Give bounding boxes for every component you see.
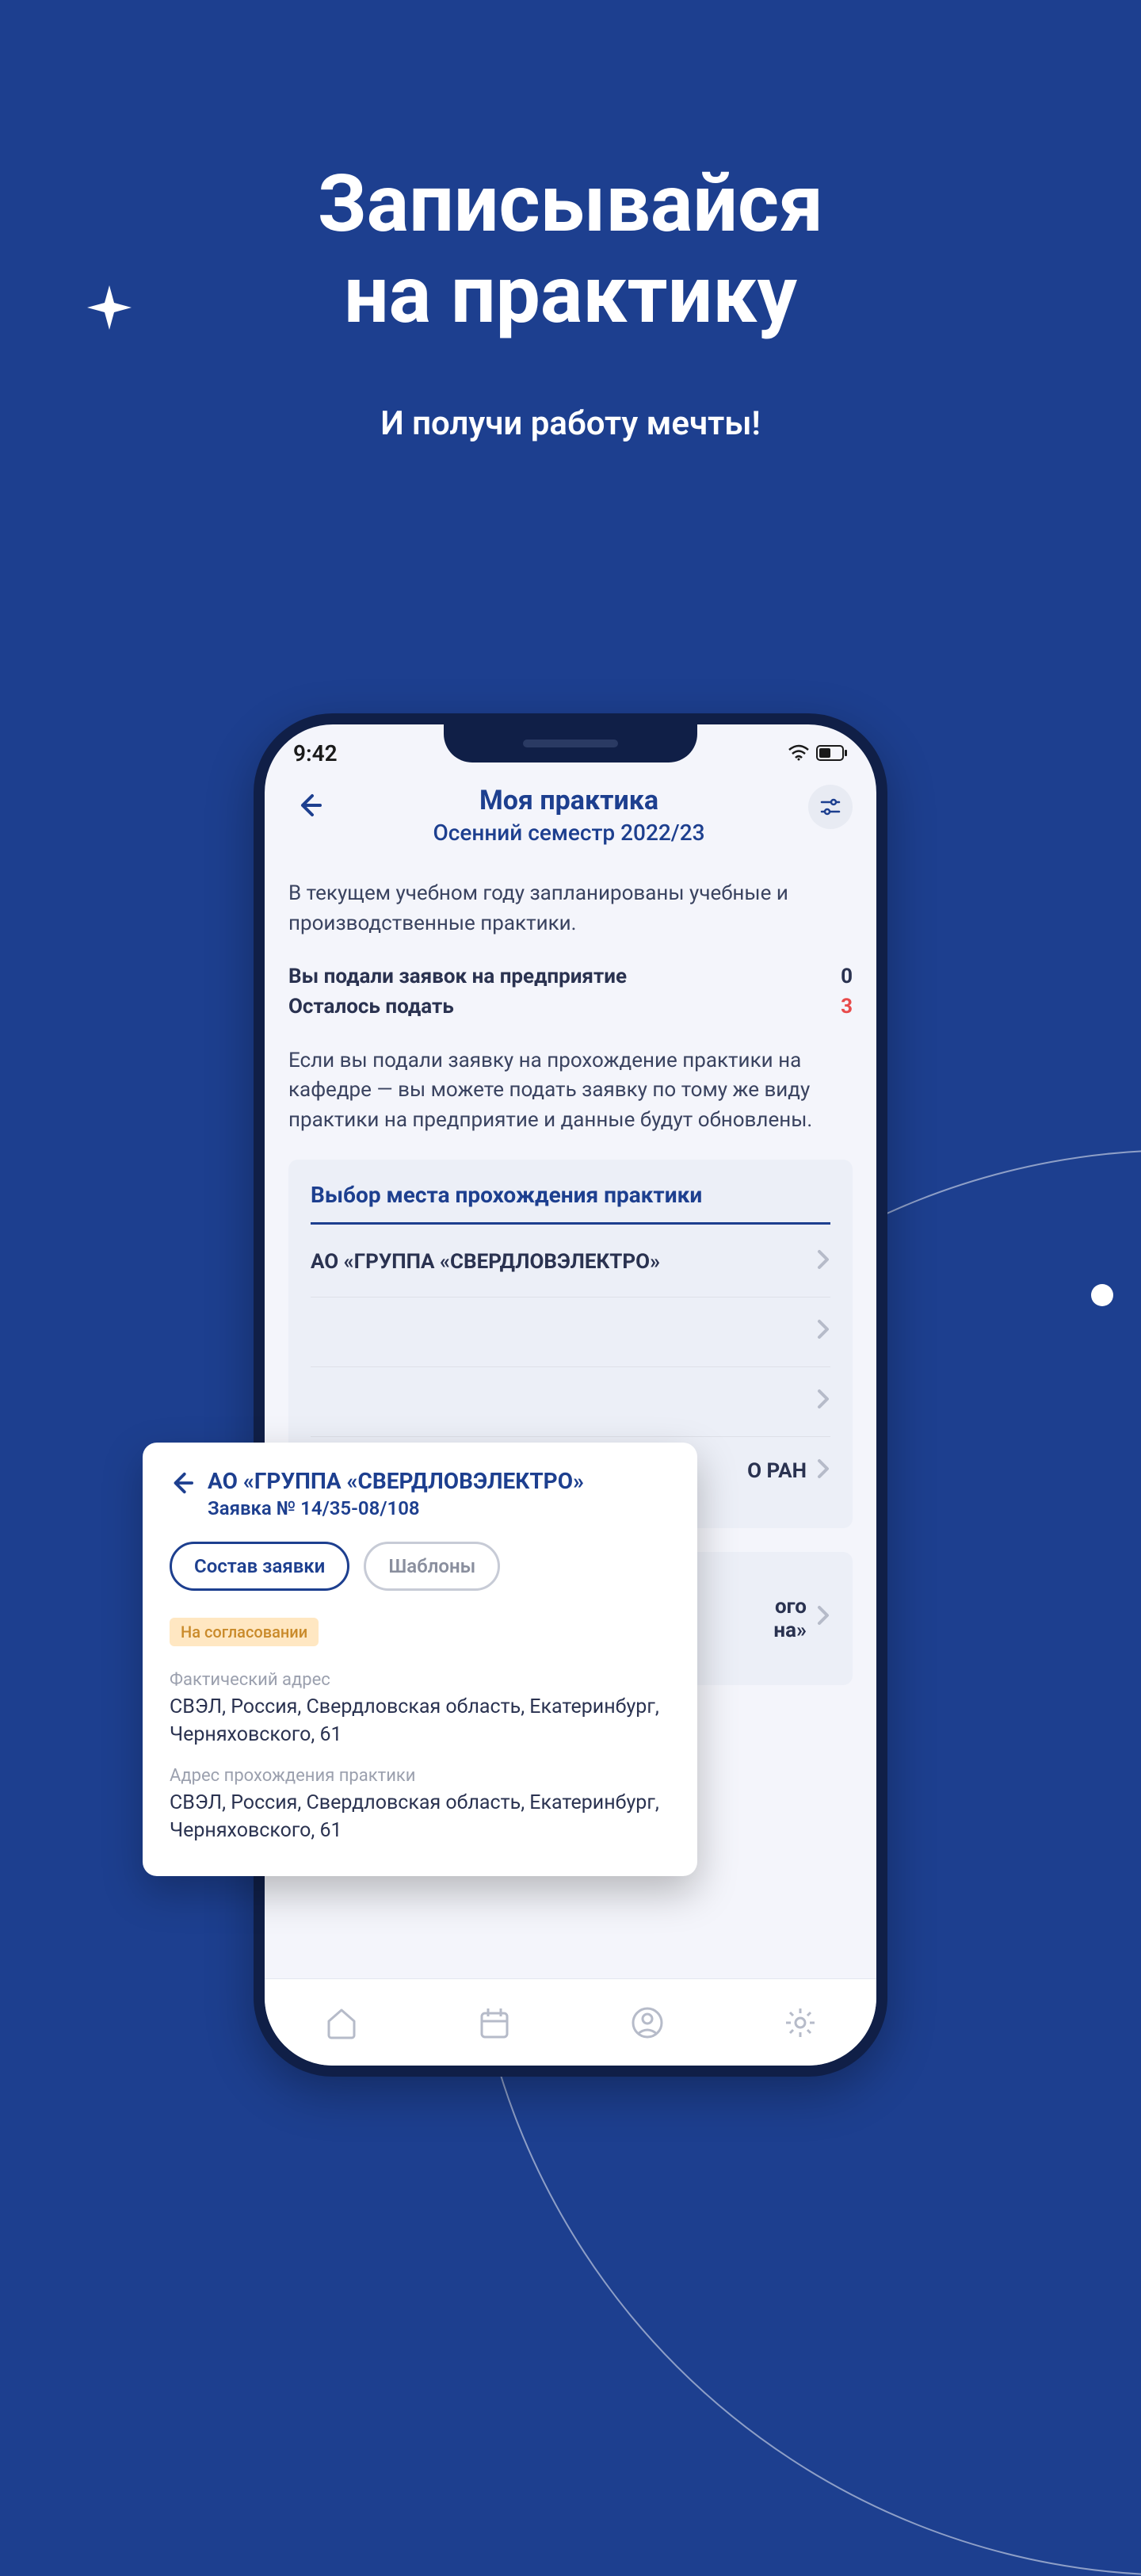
tab-composition[interactable]: Состав заявки	[170, 1542, 349, 1591]
actual-address-label: Фактический адрес	[170, 1670, 670, 1690]
application-detail-card: АО «ГРУППА «СВЕРДЛОВЭЛЕКТРО» Заявка № 14…	[143, 1443, 697, 1876]
promo-subtitle: И получи работу мечты!	[0, 404, 1141, 443]
bottom-nav	[265, 1978, 876, 2066]
section-title: Выбор места прохождения практики	[311, 1182, 830, 1225]
chevron-right-icon	[816, 1248, 830, 1276]
chevron-right-icon	[816, 1388, 830, 1416]
practice-address-label: Адрес прохождения практики	[170, 1766, 670, 1786]
filter-button[interactable]	[808, 785, 853, 829]
chevron-right-icon	[816, 1318, 830, 1346]
list-item[interactable]: АО «ГРУППА «СВЕРДЛОВЭЛЕКТРО»	[311, 1228, 830, 1298]
list-item[interactable]	[311, 1298, 830, 1367]
chevron-right-icon	[816, 1458, 830, 1485]
page-title: Моя практика	[330, 785, 808, 816]
submitted-row: Вы подали заявок на предприятие 0	[288, 962, 853, 992]
nav-settings[interactable]	[777, 1999, 824, 2047]
promo-title: Записывайся на практику	[0, 159, 1141, 341]
status-time: 9:42	[293, 740, 338, 766]
actual-address-value: СВЭЛ, Россия, Свердловская область, Екат…	[170, 1693, 670, 1749]
practice-address-value: СВЭЛ, Россия, Свердловская область, Екат…	[170, 1789, 670, 1844]
back-button[interactable]	[170, 1468, 193, 1498]
wifi-icon	[788, 740, 810, 766]
tab-templates[interactable]: Шаблоны	[364, 1542, 500, 1591]
list-item[interactable]	[311, 1367, 830, 1437]
page-subtitle: Осенний семестр 2022/23	[330, 820, 808, 846]
nav-home[interactable]	[318, 1999, 365, 2047]
hint-text: Если вы подали заявку на прохождение пра…	[288, 1046, 853, 1136]
phone-notch	[444, 724, 697, 762]
submitted-count: 0	[841, 962, 853, 992]
decorative-dot	[1091, 1284, 1113, 1306]
status-badge: На согласовании	[170, 1618, 319, 1646]
nav-calendar[interactable]	[471, 1999, 518, 2047]
detail-title: АО «ГРУППА «СВЕРДЛОВЭЛЕКТРО»	[208, 1468, 584, 1494]
remaining-row: Осталось подать 3	[288, 992, 853, 1022]
chevron-right-icon	[816, 1604, 830, 1632]
battery-icon	[816, 740, 848, 766]
back-button[interactable]	[288, 785, 330, 829]
remaining-count: 3	[841, 992, 853, 1022]
planned-text: В текущем учебном году запланированы уче…	[288, 879, 853, 938]
detail-subtitle: Заявка № 14/35-08/108	[208, 1497, 584, 1519]
sparkle-icon	[87, 285, 132, 330]
nav-profile[interactable]	[624, 1999, 671, 2047]
